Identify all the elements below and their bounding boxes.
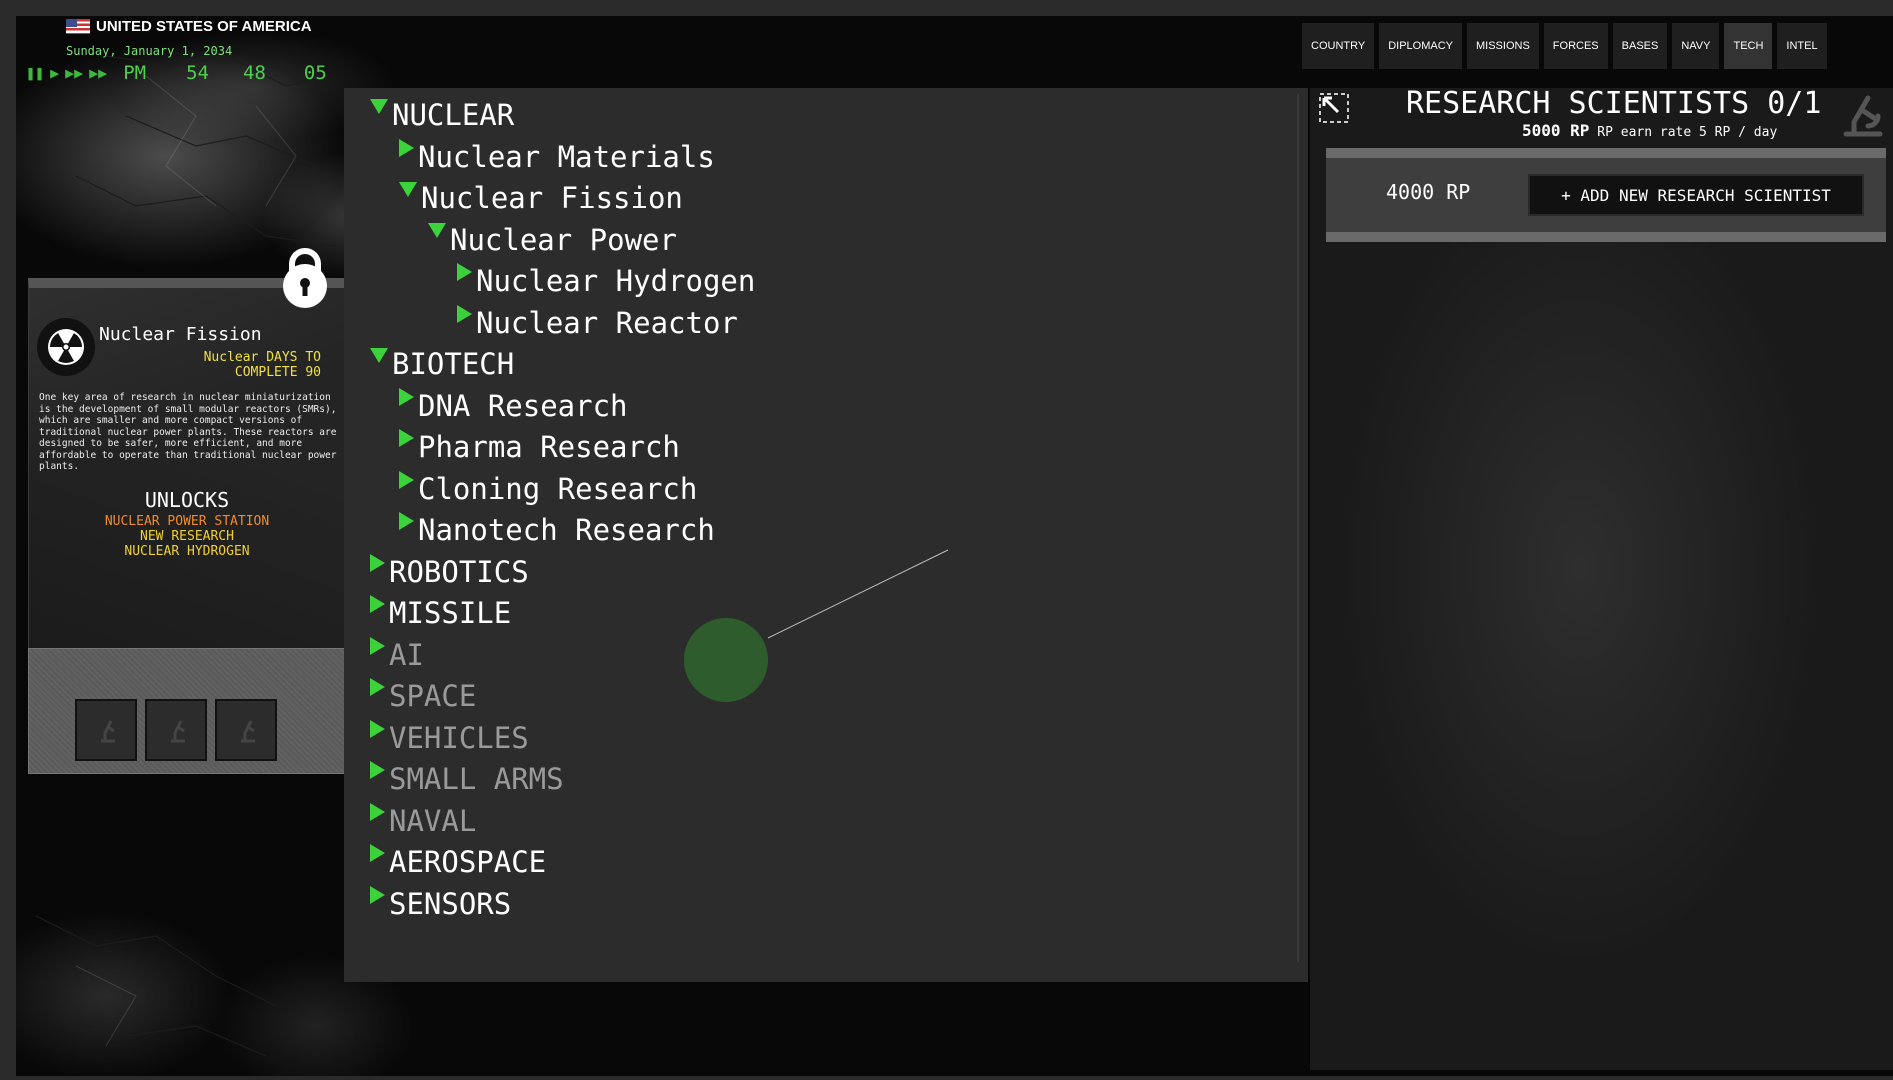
rp-total: 5000 RP (1522, 121, 1590, 140)
fast-forward-icon[interactable]: ▶▶ (65, 64, 83, 82)
add-research-scientist-button[interactable]: + ADD NEW RESEARCH SCIENTIST (1528, 174, 1864, 216)
unlocks-list: NUCLEAR POWER STATION NEW RESEARCH NUCLE… (29, 514, 345, 559)
tab-intel[interactable]: INTEL (1777, 23, 1827, 69)
expand-icon[interactable] (1318, 92, 1350, 124)
days-line-2: COMPLETE 90 (234, 365, 321, 380)
tech-tree-panel: NUCLEAR Nuclear Materials Nuclear Fission N… (344, 88, 1308, 982)
unlocks-heading: UNLOCKS (144, 488, 230, 512)
tab-forces[interactable]: FORCES (1543, 23, 1608, 69)
unlock-item: NUCLEAR HYDROGEN (124, 544, 250, 559)
fastest-forward-icon[interactable]: ▶▶ (89, 64, 107, 82)
touch-pointer (684, 618, 768, 702)
tab-navy[interactable]: NAVY (1672, 23, 1720, 69)
tab-missions[interactable]: MISSIONS (1467, 23, 1539, 69)
tab-bases[interactable]: BASES (1612, 23, 1668, 69)
research-rate: 5000 RP RP earn rate 5 RP / day (1522, 121, 1777, 140)
microscope-icon (241, 720, 255, 743)
us-flag-icon (66, 19, 90, 34)
scientist-slot[interactable] (75, 699, 137, 761)
country-name: UNITED STATES OF AMERICA (66, 18, 312, 35)
pause-icon[interactable]: ❚❚ (26, 64, 44, 82)
scientist-slots (28, 648, 346, 774)
tech-detail-card: Nuclear Fission Nuclear DAYS TO COMPLETE… (28, 278, 346, 655)
research-cost: 4000 RP (1386, 180, 1471, 204)
tech-title: Nuclear Fission (99, 324, 262, 345)
days-to-complete: Nuclear DAYS TO COMPLETE 90 (151, 350, 321, 380)
pointer-trail (767, 549, 949, 639)
microscope-icon (171, 720, 185, 743)
research-scientists-title: RESEARCH SCIENTISTS 0/1 (1406, 86, 1822, 121)
clock-minutes: 48 (243, 62, 266, 84)
scientist-slot[interactable] (145, 699, 207, 761)
clock-hours: 54 (186, 62, 209, 84)
game-clock: ❚❚ ▶ ▶▶ ▶▶ PM 54 48 05 (26, 62, 327, 84)
clock-ampm: PM (123, 62, 147, 84)
unlock-item: NUCLEAR POWER STATION (104, 514, 270, 529)
lock-icon[interactable] (280, 246, 330, 308)
rp-rate: RP earn rate 5 RP / day (1597, 125, 1778, 140)
tech-description: One key area of research in nuclear mini… (39, 392, 337, 472)
days-line-1: Nuclear DAYS TO (203, 350, 321, 365)
tab-tech[interactable]: TECH (1724, 23, 1773, 69)
country-label: UNITED STATES OF AMERICA (96, 18, 312, 35)
clock-seconds: 05 (303, 62, 327, 84)
game-date: Sunday, January 1, 2034 (66, 44, 233, 58)
radiation-icon (37, 318, 95, 376)
tab-diplomacy[interactable]: DIPLOMACY (1379, 23, 1462, 69)
microscope-icon (1843, 95, 1883, 137)
scientist-slot[interactable] (215, 699, 277, 761)
tab-country[interactable]: COUNTRY (1302, 23, 1375, 69)
main-tabs: COUNTRY DIPLOMACY MISSIONS FORCES BASES … (1302, 23, 1827, 69)
play-icon[interactable]: ▶ (50, 64, 59, 82)
unlock-item: NEW RESEARCH (140, 529, 234, 544)
microscope-icon (101, 720, 115, 743)
